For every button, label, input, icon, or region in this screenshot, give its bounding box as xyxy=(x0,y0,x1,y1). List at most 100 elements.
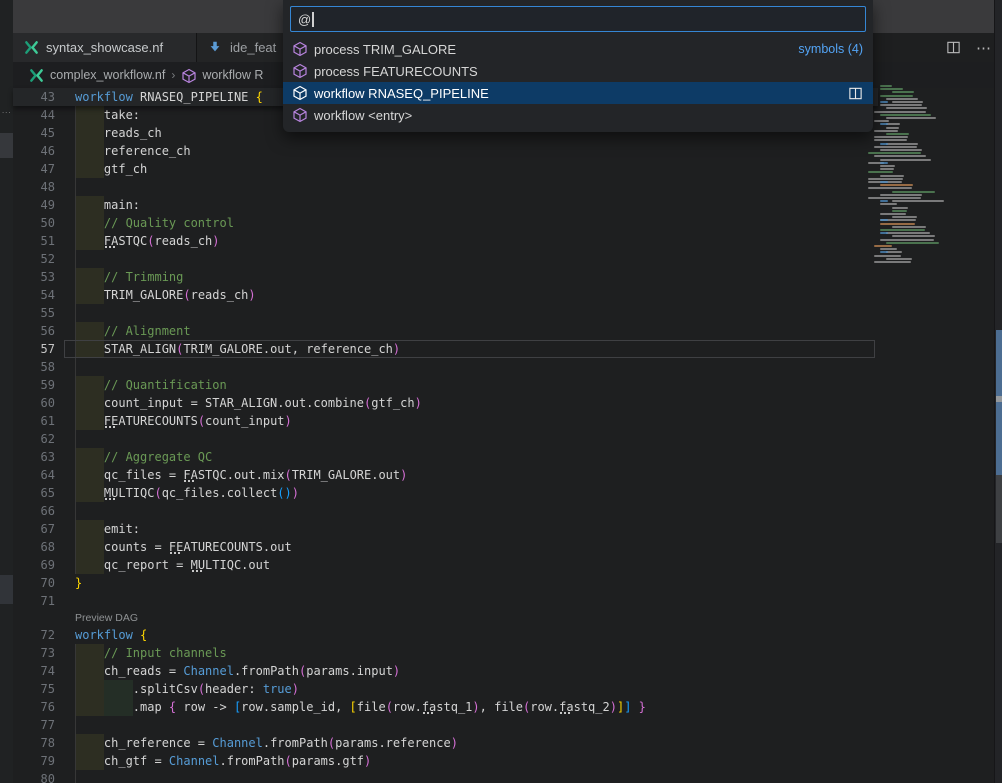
line-number[interactable]: 45 xyxy=(13,124,55,142)
indent-guide xyxy=(75,394,76,412)
code-line[interactable]: 60count_input = STAR_ALIGN.out.combine(g… xyxy=(13,394,878,412)
code-line[interactable]: 67emit: xyxy=(13,520,878,538)
code-line[interactable]: 73// Input channels xyxy=(13,644,878,662)
code-line[interactable]: 75.splitCsv(header: true) xyxy=(13,680,878,698)
code-line[interactable]: 57STAR_ALIGN(TRIM_GALORE.out, reference_… xyxy=(13,340,878,358)
line-number[interactable]: 66 xyxy=(13,502,55,520)
more-icon[interactable]: ··· xyxy=(0,108,13,117)
code-line[interactable]: 59// Quantification xyxy=(13,376,878,394)
line-number[interactable]: 63 xyxy=(13,448,55,466)
line-number[interactable]: 77 xyxy=(13,716,55,734)
code-content: // Aggregate QC xyxy=(75,448,878,466)
minimap[interactable] xyxy=(878,85,994,725)
code-line[interactable]: 68counts = FEATURECOUNTS.out xyxy=(13,538,878,556)
codelens-preview-dag[interactable]: Preview DAG xyxy=(75,610,138,626)
code-line[interactable]: 48 xyxy=(13,178,878,196)
line-number[interactable]: 57 xyxy=(13,340,55,358)
line-number[interactable]: 48 xyxy=(13,178,55,196)
line-number[interactable]: 54 xyxy=(13,286,55,304)
line-number[interactable]: 56 xyxy=(13,322,55,340)
code-line[interactable]: 76 .map { row -> [row.sample_id, [file(ro… xyxy=(13,698,878,716)
line-number[interactable]: 61 xyxy=(13,412,55,430)
code-line[interactable]: 77 xyxy=(13,716,878,734)
line-number[interactable]: 50 xyxy=(13,214,55,232)
code-line[interactable]: 46reference_ch xyxy=(13,142,878,160)
code-line[interactable]: 69qc_report = MULTIQC.out xyxy=(13,556,878,574)
line-number[interactable]: 73 xyxy=(13,644,55,662)
scrollbar-thumb-secondary[interactable] xyxy=(996,475,1002,543)
quickpick-item[interactable]: process FEATURECOUNTS xyxy=(283,60,873,82)
code-line[interactable]: 49main: xyxy=(13,196,878,214)
code-content: .map { row -> [row.sample_id, [file(row.… xyxy=(75,698,878,716)
indent-guide xyxy=(75,124,76,142)
code-line[interactable]: 53// Trimming xyxy=(13,268,878,286)
code-line[interactable]: 51FASTQC(reads_ch) xyxy=(13,232,878,250)
line-number[interactable]: 68 xyxy=(13,538,55,556)
line-number[interactable]: 79 xyxy=(13,752,55,770)
line-number[interactable]: 58 xyxy=(13,358,55,376)
line-number[interactable]: 44 xyxy=(13,106,55,124)
code-line[interactable]: 71 xyxy=(13,592,878,610)
line-number[interactable]: 78 xyxy=(13,734,55,752)
indent-highlight xyxy=(75,214,104,232)
code-line[interactable]: 61FEATURECOUNTS(count_input) xyxy=(13,412,878,430)
code-line[interactable]: 56// Alignment xyxy=(13,322,878,340)
quickpick-item[interactable]: process TRIM_GALOREsymbols (4) xyxy=(283,38,873,60)
code-line[interactable]: 54TRIM_GALORE(reads_ch) xyxy=(13,286,878,304)
more-actions-icon[interactable]: ⋯ xyxy=(976,39,992,57)
indent-highlight xyxy=(75,734,104,752)
line-number[interactable]: 59 xyxy=(13,376,55,394)
split-editor-icon[interactable] xyxy=(848,86,863,101)
code-line[interactable]: 79ch_gtf = Channel.fromPath(params.gtf) xyxy=(13,752,878,770)
code-line[interactable]: 66 xyxy=(13,502,878,520)
code-line[interactable]: 47gtf_ch xyxy=(13,160,878,178)
code-line[interactable]: 74ch_reads = Channel.fromPath(params.inp… xyxy=(13,662,878,680)
code-line[interactable]: 78ch_reference = Channel.fromPath(params… xyxy=(13,734,878,752)
breadcrumb-symbol[interactable]: workflow R xyxy=(202,68,263,82)
quickpick-item[interactable]: workflow RNASEQ_PIPELINE xyxy=(283,82,873,104)
quickpick-item[interactable]: workflow <entry> xyxy=(283,104,873,126)
code-line[interactable]: 70} xyxy=(13,574,878,592)
line-number[interactable]: 72 xyxy=(13,626,55,644)
line-number[interactable]: 49 xyxy=(13,196,55,214)
code-line[interactable]: 72workflow { xyxy=(13,626,878,644)
line-number[interactable]: 76 xyxy=(13,698,55,716)
token: file xyxy=(357,700,386,714)
line-number[interactable]: 51 xyxy=(13,232,55,250)
line-number[interactable]: 55 xyxy=(13,304,55,322)
line-number[interactable]: 74 xyxy=(13,662,55,680)
line-number[interactable]: 65 xyxy=(13,484,55,502)
line-number[interactable]: 43 xyxy=(13,88,55,106)
line-number[interactable]: 67 xyxy=(13,520,55,538)
code-line[interactable]: 80 xyxy=(13,770,878,783)
line-number[interactable]: 70 xyxy=(13,574,55,592)
code-line[interactable]: 50// Quality control xyxy=(13,214,878,232)
line-number[interactable]: 80 xyxy=(13,770,55,783)
line-number[interactable]: 47 xyxy=(13,160,55,178)
indent-guide xyxy=(75,520,76,538)
line-number[interactable]: 52 xyxy=(13,250,55,268)
line-number[interactable]: 60 xyxy=(13,394,55,412)
line-number[interactable]: 64 xyxy=(13,466,55,484)
line-number[interactable]: 71 xyxy=(13,592,55,610)
token: workflow xyxy=(75,628,133,642)
scrollbar-thumb[interactable] xyxy=(996,330,1002,475)
line-number[interactable]: 69 xyxy=(13,556,55,574)
code-line[interactable]: 63 // Aggregate QC xyxy=(13,448,878,466)
code-line[interactable]: 62 xyxy=(13,430,878,448)
panel-handle[interactable] xyxy=(0,133,13,158)
token: row -> xyxy=(176,700,234,714)
breadcrumb-file[interactable]: complex_workflow.nf xyxy=(50,68,165,82)
code-line[interactable]: 55 xyxy=(13,304,878,322)
code-line[interactable]: 58 xyxy=(13,358,878,376)
line-number[interactable]: 53 xyxy=(13,268,55,286)
line-number[interactable]: 75 xyxy=(13,680,55,698)
line-number[interactable]: 62 xyxy=(13,430,55,448)
split-editor-icon[interactable] xyxy=(946,40,962,56)
quickpick-input[interactable]: @ xyxy=(290,6,866,32)
code-line[interactable]: 64qc_files = FASTQC.out.mix(TRIM_GALORE.… xyxy=(13,466,878,484)
code-line[interactable]: 52 xyxy=(13,250,878,268)
tab-syntax-showcase-nf[interactable]: syntax_showcase.nf xyxy=(13,33,197,62)
code-line[interactable]: 65MULTIQC(qc_files.collect()) xyxy=(13,484,878,502)
line-number[interactable]: 46 xyxy=(13,142,55,160)
